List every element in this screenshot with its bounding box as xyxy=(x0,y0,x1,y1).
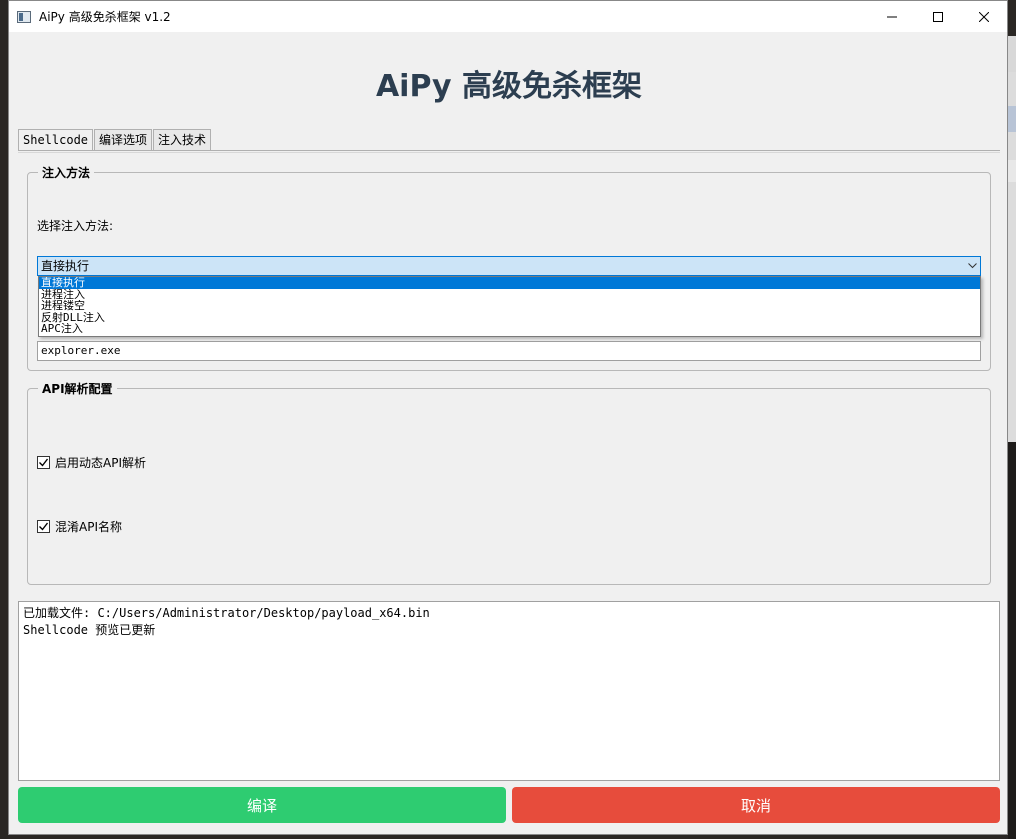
log-line: 已加载文件: C:/Users/Administrator/Desktop/pa… xyxy=(23,606,430,620)
tab-compile-options[interactable]: 编译选项 xyxy=(94,129,153,151)
maximize-button[interactable] xyxy=(915,1,961,32)
log-output[interactable]: 已加载文件: C:/Users/Administrator/Desktop/pa… xyxy=(18,601,1000,781)
obfuscate-api-label: 混淆API名称 xyxy=(55,520,122,534)
minimize-button[interactable] xyxy=(869,1,915,32)
injection-method-value: 直接执行 xyxy=(41,259,90,273)
tab-divider xyxy=(18,150,1000,151)
dynamic-api-checkbox-row[interactable]: 启用动态API解析 xyxy=(37,454,146,471)
cancel-button[interactable]: 取消 xyxy=(512,787,1000,823)
dropdown-option[interactable]: 进程注入 xyxy=(39,289,980,301)
dropdown-option[interactable]: 直接执行 xyxy=(39,277,980,289)
api-group-title: API解析配置 xyxy=(38,380,117,397)
minimize-icon xyxy=(887,16,897,17)
app-icon xyxy=(17,10,31,23)
tab-bar: Shellcode 编译选项 注入技术 xyxy=(18,129,212,151)
window-title: AiPy 高级免杀框架 v1.2 xyxy=(39,10,171,24)
dropdown-option[interactable]: APC注入 xyxy=(39,323,980,335)
obfuscate-api-checkbox[interactable] xyxy=(37,520,50,533)
tab-injection[interactable]: 注入技术 xyxy=(153,129,212,151)
injection-method-select[interactable]: 直接执行 xyxy=(37,256,981,276)
close-icon xyxy=(979,11,989,22)
main-window: AiPy 高级免杀框架 v1.2 AiPy 高级免杀框架 Shellcode 编… xyxy=(8,0,1008,835)
injection-method-dropdown[interactable]: 直接执行 进程注入 进程镂空 反射DLL注入 APC注入 xyxy=(38,276,981,337)
chevron-down-icon xyxy=(968,257,977,275)
tab-shellcode[interactable]: Shellcode xyxy=(18,129,94,151)
dynamic-api-checkbox[interactable] xyxy=(37,456,50,469)
obfuscate-api-checkbox-row[interactable]: 混淆API名称 xyxy=(37,518,122,535)
page-title: AiPy 高级免杀框架 xyxy=(375,69,643,104)
close-button[interactable] xyxy=(961,1,1007,32)
background-window-strip xyxy=(1008,36,1016,839)
target-process-input[interactable]: explorer.exe xyxy=(37,341,981,361)
log-line: Shellcode 预览已更新 xyxy=(23,623,156,637)
compile-button[interactable]: 编译 xyxy=(18,787,506,823)
checkmark-icon xyxy=(39,522,49,531)
checkmark-icon xyxy=(39,458,49,467)
dynamic-api-label: 启用动态API解析 xyxy=(55,456,146,470)
dropdown-option[interactable]: 反射DLL注入 xyxy=(39,312,980,324)
dropdown-option[interactable]: 进程镂空 xyxy=(39,300,980,312)
api-resolution-group: API解析配置 xyxy=(27,380,991,585)
maximize-icon xyxy=(933,11,943,22)
injection-method-label: 选择注入方法: xyxy=(37,219,114,233)
title-bar[interactable]: AiPy 高级免杀框架 v1.2 xyxy=(9,1,1007,32)
window-controls xyxy=(869,1,1007,32)
injection-group-title: 注入方法 xyxy=(38,164,95,181)
